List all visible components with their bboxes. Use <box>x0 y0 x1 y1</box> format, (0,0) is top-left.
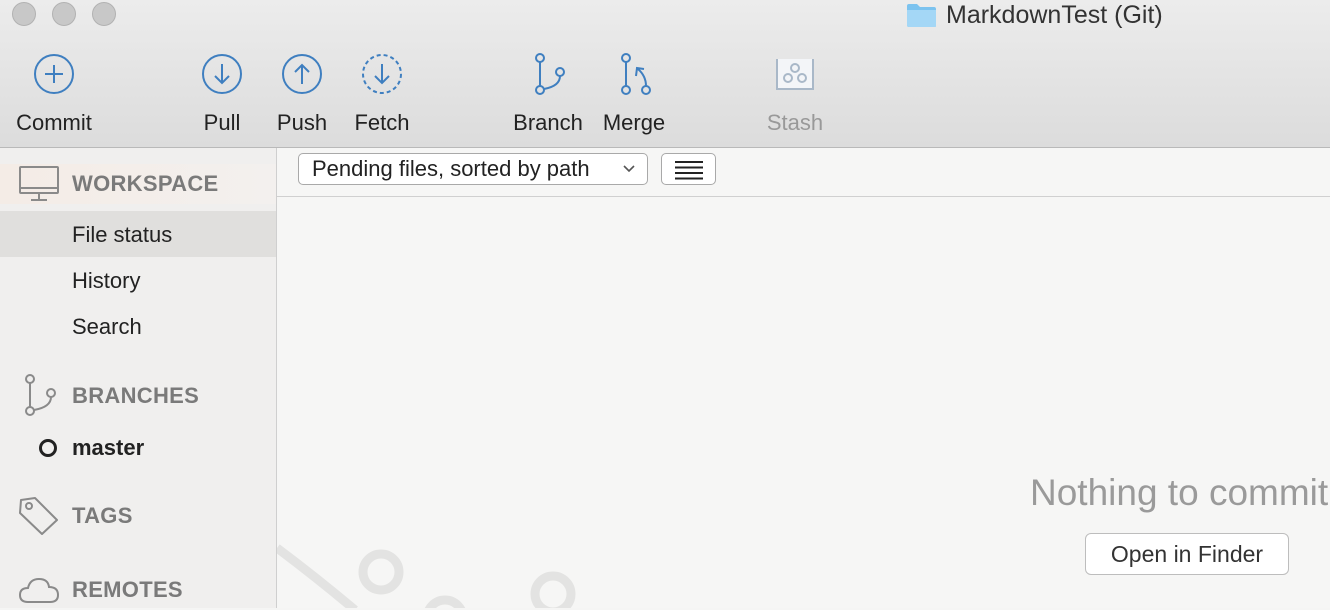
main-content: Pending files, sorted by path Nothing to… <box>277 148 1330 608</box>
branches-section-header[interactable]: BRANCHES <box>0 374 276 416</box>
merge-icon <box>621 53 651 95</box>
remotes-section-header[interactable]: REMOTES <box>0 570 276 610</box>
cloud-icon <box>18 577 60 603</box>
folder-icon <box>907 3 936 27</box>
branch-icon <box>535 53 565 95</box>
pull-label: Pull <box>203 110 241 135</box>
branch-name: master <box>72 435 145 460</box>
commit-label: Commit <box>16 110 92 135</box>
branches-header-label: BRANCHES <box>72 383 200 408</box>
sidebar-item-label: File status <box>72 222 173 247</box>
branch-button[interactable]: Branch <box>502 52 594 136</box>
plus-circle-icon <box>34 54 74 94</box>
file-filter-dropdown[interactable]: Pending files, sorted by path <box>298 153 648 185</box>
tags-section-header[interactable]: TAGS <box>0 496 276 536</box>
arrow-down-circle-icon <box>202 54 242 94</box>
view-mode-button[interactable] <box>661 153 716 185</box>
sidebar-item-file-status[interactable]: File status <box>0 211 276 257</box>
close-window-button[interactable] <box>12 2 36 26</box>
tags-header-label: TAGS <box>72 503 133 528</box>
merge-label: Merge <box>602 110 666 135</box>
current-branch-icon <box>39 439 57 457</box>
stash-icon <box>776 59 814 90</box>
repository-watermark-icon <box>277 544 576 608</box>
sidebar-item-label: History <box>72 268 141 293</box>
merge-button[interactable]: Merge <box>588 52 680 136</box>
chevron-down-icon <box>623 165 635 173</box>
zoom-window-button[interactable] <box>92 2 116 26</box>
branch-icon <box>25 374 56 416</box>
list-lines-icon <box>675 161 703 180</box>
open-in-finder-button[interactable]: Open in Finder <box>1085 533 1289 575</box>
pull-button[interactable]: Pull <box>176 52 268 136</box>
empty-state-message: Nothing to commit <box>1030 472 1329 513</box>
workspace-section-header[interactable]: WORKSPACE <box>0 164 276 204</box>
push-label: Push <box>276 110 328 135</box>
stash-label: Stash <box>766 110 824 135</box>
window-title: MarkdownTest (Git) <box>906 0 1163 30</box>
push-button[interactable]: Push <box>256 52 348 136</box>
sidebar-item-search[interactable]: Search <box>0 303 276 349</box>
fetch-button[interactable]: Fetch <box>336 52 428 136</box>
commit-button[interactable]: Commit <box>8 52 100 136</box>
tag-icon <box>19 497 58 535</box>
file-filter-value: Pending files, sorted by path <box>312 156 590 181</box>
remotes-header-label: REMOTES <box>72 577 183 602</box>
minimize-window-button[interactable] <box>52 2 76 26</box>
workspace-header-label: WORKSPACE <box>72 171 219 196</box>
sidebar-item-master[interactable]: master <box>0 424 276 470</box>
arrow-up-circle-icon <box>282 54 322 94</box>
window-title-text: MarkdownTest (Git) <box>946 0 1163 29</box>
fetch-label: Fetch <box>354 110 410 135</box>
sidebar-item-history[interactable]: History <box>0 257 276 303</box>
sidebar-item-label: Search <box>72 314 142 339</box>
dashed-arrow-down-circle-icon <box>362 54 402 94</box>
sidebar: WORKSPACE File status History Search BRA… <box>0 148 277 608</box>
branch-label: Branch <box>513 110 583 135</box>
filter-bar: Pending files, sorted by path <box>277 148 1330 197</box>
monitor-icon <box>19 166 59 201</box>
toolbar: MarkdownTest (Git) Commit Pull Push Fetc… <box>0 0 1330 148</box>
stash-button[interactable]: Stash <box>749 52 841 136</box>
